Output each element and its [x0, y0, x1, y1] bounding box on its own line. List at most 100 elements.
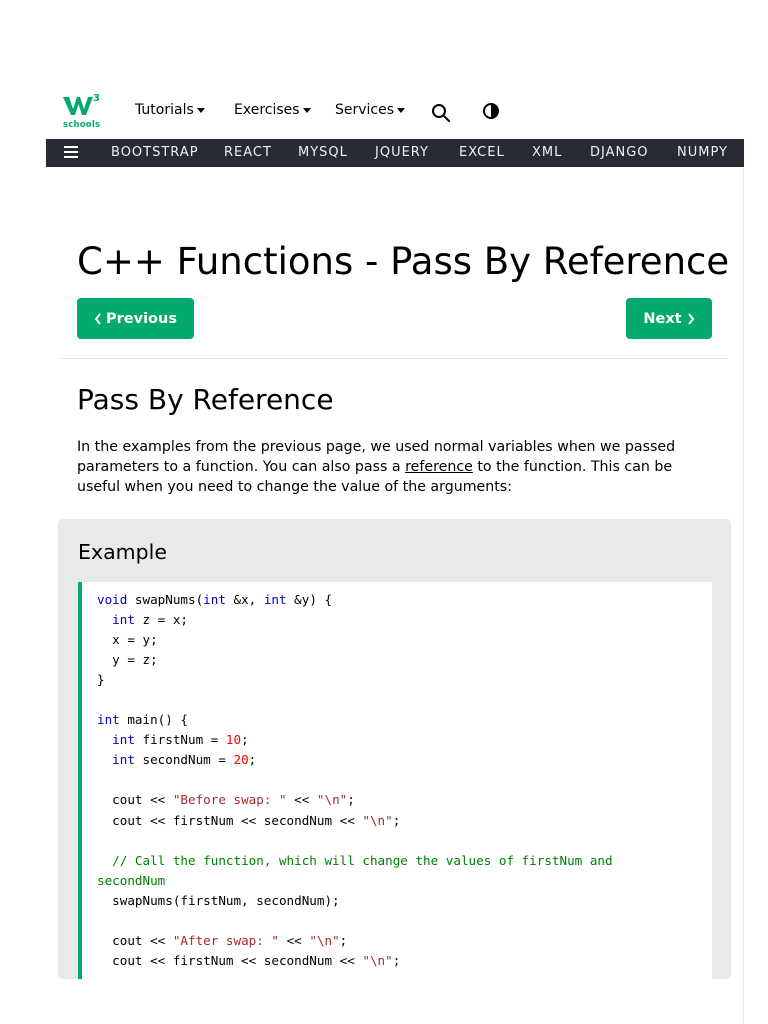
- code-token: <<: [286, 792, 317, 808]
- code-token: swapNums(firstNum, secondNum);: [97, 892, 340, 908]
- menu-tutorials[interactable]: Tutorials: [135, 102, 205, 118]
- code-token: }: [97, 672, 105, 688]
- code-token: secondNum: [97, 872, 166, 888]
- example-title: Example: [78, 540, 167, 564]
- code-line: int z = x;: [97, 612, 188, 627]
- code-token: 10: [225, 732, 242, 748]
- code-token: main() {: [119, 712, 188, 728]
- code-token: ;: [241, 732, 249, 748]
- example-box: Example void swapNums(int &x, int &y) { …: [58, 519, 731, 979]
- nav-link-bootstrap[interactable]: BOOTSTRAP: [111, 145, 199, 160]
- code-token: <<: [278, 932, 310, 948]
- code-line: cout << firstNum << secondNum << "\n";: [97, 813, 400, 828]
- menu-services-label: Services: [335, 102, 395, 118]
- code-token: ;: [248, 752, 257, 768]
- code-token: ;: [392, 952, 401, 968]
- code-line: // Call the function, which will change …: [97, 852, 613, 868]
- code-line: int main() {: [97, 712, 188, 727]
- reference-link[interactable]: reference: [405, 459, 473, 475]
- menu-tutorials-label: Tutorials: [135, 102, 194, 118]
- theme-toggle-icon[interactable]: [482, 102, 500, 120]
- caret-down-icon: [196, 107, 205, 113]
- next-button[interactable]: Next: [626, 298, 712, 339]
- code-token: y = z;: [97, 652, 158, 668]
- code-token: int: [112, 752, 135, 768]
- code-token: "Before swap: ": [172, 792, 287, 808]
- code-token: swapNums(: [127, 592, 204, 607]
- code-text: void swapNums(int &x, int &y) { int z = …: [97, 590, 613, 971]
- logo-superscript: 3: [93, 93, 100, 104]
- code-token: "\n": [362, 952, 393, 968]
- code-token: cout <<: [97, 792, 173, 808]
- code-token: 20: [233, 752, 249, 768]
- search-icon[interactable]: [431, 103, 451, 123]
- caret-down-icon: [302, 107, 311, 113]
- code-token: z = x;: [134, 612, 189, 628]
- code-token: ;: [392, 812, 401, 828]
- nav-link-jquery[interactable]: JQUERY: [375, 145, 429, 160]
- code-token: int: [112, 612, 135, 628]
- code-line: cout << "Before swap: " << "\n";: [97, 792, 355, 807]
- nav-link-react[interactable]: REACT: [224, 145, 272, 160]
- logo-wordmark: schools: [63, 120, 101, 130]
- code-line: swapNums(firstNum, secondNum);: [97, 892, 340, 908]
- code-token: x = y;: [97, 632, 158, 648]
- code-line: x = y;: [97, 632, 158, 647]
- code-line: void swapNums(int &x, int &y) {: [97, 592, 332, 607]
- code-token: "\n": [362, 812, 393, 828]
- code-token: ;: [339, 932, 348, 948]
- code-token: cout << firstNum << secondNum <<: [97, 952, 363, 968]
- code-line: cout << "After swap: " << "\n";: [97, 933, 347, 948]
- previous-button-label: Previous: [106, 310, 177, 327]
- w3schools-logo[interactable]: 3 schools: [63, 93, 103, 134]
- topic-navbar: BOOTSTRAP REACT MYSQL JQUERY EXCEL XML D…: [46, 139, 744, 167]
- nav-link-xml[interactable]: XML: [532, 145, 562, 160]
- code-line: cout << firstNum << secondNum << "\n";: [97, 953, 400, 968]
- code-block: void swapNums(int &x, int &y) { int z = …: [78, 582, 712, 979]
- code-token: &x,: [225, 592, 264, 607]
- caret-down-icon: [397, 107, 406, 113]
- code-line: int firstNum = 10;: [97, 732, 249, 747]
- code-line: y = z;: [97, 652, 158, 667]
- code-token: cout <<: [97, 932, 173, 948]
- code-token: int: [97, 712, 120, 728]
- code-token: secondNum =: [134, 752, 234, 768]
- menu-exercises-label: Exercises: [234, 102, 300, 118]
- logo-w-mark: [63, 97, 93, 115]
- code-line: }: [97, 672, 105, 687]
- nav-link-numpy[interactable]: NUMPY: [677, 145, 728, 160]
- code-token: int: [112, 732, 135, 748]
- previous-button[interactable]: Previous: [77, 298, 194, 339]
- content-border: [743, 167, 744, 1024]
- menu-exercises[interactable]: Exercises: [234, 102, 311, 118]
- code-token: cout << firstNum << secondNum <<: [97, 812, 363, 828]
- hamburger-menu-icon[interactable]: [64, 146, 78, 158]
- intro-paragraph: In the examples from the previous page, …: [77, 437, 717, 497]
- nav-link-excel[interactable]: EXCEL: [459, 145, 505, 160]
- page-title: C++ Functions - Pass By Reference: [77, 240, 730, 283]
- next-button-label: Next: [643, 310, 682, 327]
- top-header: 3 schools Tutorials Exercises Services: [46, 90, 744, 136]
- code-token: void: [97, 592, 128, 607]
- section-title: Pass By Reference: [77, 383, 334, 416]
- code-token: // Call the function, which will change …: [112, 852, 613, 868]
- code-token: int: [263, 592, 287, 607]
- nav-link-django[interactable]: DJANGO: [590, 145, 649, 160]
- code-token: "\n": [316, 792, 348, 808]
- chevron-left-icon: [94, 311, 106, 327]
- code-token: &y) {: [286, 592, 333, 607]
- code-token: firstNum =: [134, 732, 226, 748]
- chevron-right-icon: [682, 311, 695, 327]
- menu-services[interactable]: Services: [335, 102, 406, 118]
- code-token: int: [203, 592, 226, 607]
- code-token: "\n": [309, 932, 340, 948]
- nav-link-mysql[interactable]: MYSQL: [298, 145, 348, 160]
- divider: [61, 358, 728, 359]
- code-line: secondNum: [97, 873, 165, 888]
- code-token: "After swap: ": [172, 932, 279, 948]
- code-line: int secondNum = 20;: [97, 752, 256, 767]
- code-token: ;: [347, 792, 355, 808]
